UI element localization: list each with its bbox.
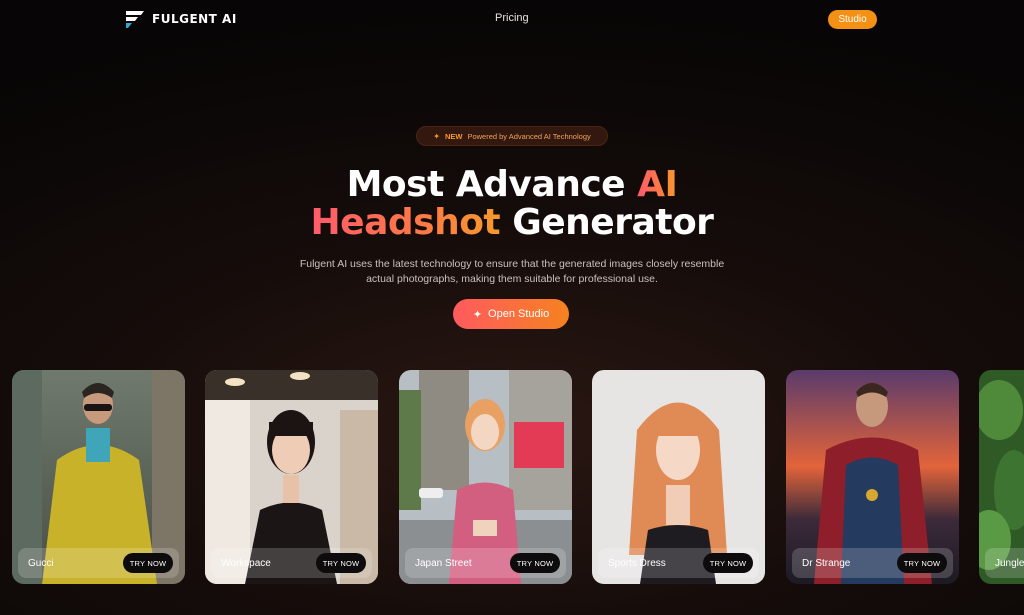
announcement-badge: ✦ NEW Powered by Advanced AI Technology — [416, 126, 608, 146]
hero-subtitle: Fulgent AI uses the latest technology to… — [299, 258, 725, 285]
brand-name: FULGENT AI — [152, 12, 237, 26]
try-now-button[interactable]: TRY NOW — [510, 553, 560, 573]
hero-title-line1: Most Advance AI — [347, 164, 678, 205]
hero-title: Most Advance AI Headshot Generator — [0, 166, 1024, 242]
hero-title-accent: Headshot — [310, 202, 501, 243]
style-card-dr-strange[interactable]: Dr Strange TRY NOW — [786, 370, 959, 584]
cta-label: Open Studio — [488, 308, 550, 320]
style-card-sports-dress[interactable]: Sports Dress TRY NOW — [592, 370, 765, 584]
try-now-button[interactable]: TRY NOW — [316, 553, 366, 573]
card-footer: Sports Dress TRY NOW — [598, 548, 759, 578]
card-footer: Dr Strange TRY NOW — [792, 548, 953, 578]
hero-title-accent: AI — [637, 164, 678, 205]
sparkle-icon: ✦ — [433, 131, 440, 141]
card-label: Sports Dress — [608, 557, 666, 569]
hero-title-plain: Generator — [512, 202, 714, 243]
hero-title-plain: Most Advance — [346, 164, 626, 205]
style-card-jungle[interactable]: Jungle — [979, 370, 1024, 584]
style-card-workspace[interactable]: Workspace TRY NOW — [205, 370, 378, 584]
card-label: Japan Street — [415, 557, 472, 569]
badge-tag: NEW — [444, 131, 463, 141]
try-now-button[interactable]: TRY NOW — [123, 553, 173, 573]
logo-icon — [124, 9, 146, 29]
style-card-japan-street[interactable]: Japan Street TRY NOW — [399, 370, 572, 584]
try-now-button[interactable]: TRY NOW — [897, 553, 947, 573]
card-footer: Workspace TRY NOW — [211, 548, 372, 578]
card-footer: Jungle — [985, 548, 1024, 578]
brand-logo[interactable]: FULGENT AI — [124, 9, 237, 29]
nav-link-pricing[interactable]: Pricing — [495, 12, 529, 24]
card-label: Jungle — [995, 557, 1024, 569]
studio-button[interactable]: Studio — [828, 10, 877, 29]
card-label: Gucci — [28, 557, 54, 569]
sparkle-icon: ✦ — [472, 308, 483, 321]
top-nav: FULGENT AI Pricing Studio — [0, 0, 1024, 38]
try-now-button[interactable]: TRY NOW — [703, 553, 753, 573]
card-footer: Japan Street TRY NOW — [405, 548, 566, 578]
open-studio-button[interactable]: ✦ Open Studio — [453, 299, 569, 329]
badge-text: Powered by Advanced AI Technology — [467, 131, 591, 141]
hero-title-line2: Headshot Generator — [311, 202, 714, 243]
card-label: Workspace — [221, 557, 271, 569]
card-footer: Gucci TRY NOW — [18, 548, 179, 578]
style-card-gucci[interactable]: Gucci TRY NOW — [12, 370, 185, 584]
card-label: Dr Strange — [802, 557, 851, 569]
